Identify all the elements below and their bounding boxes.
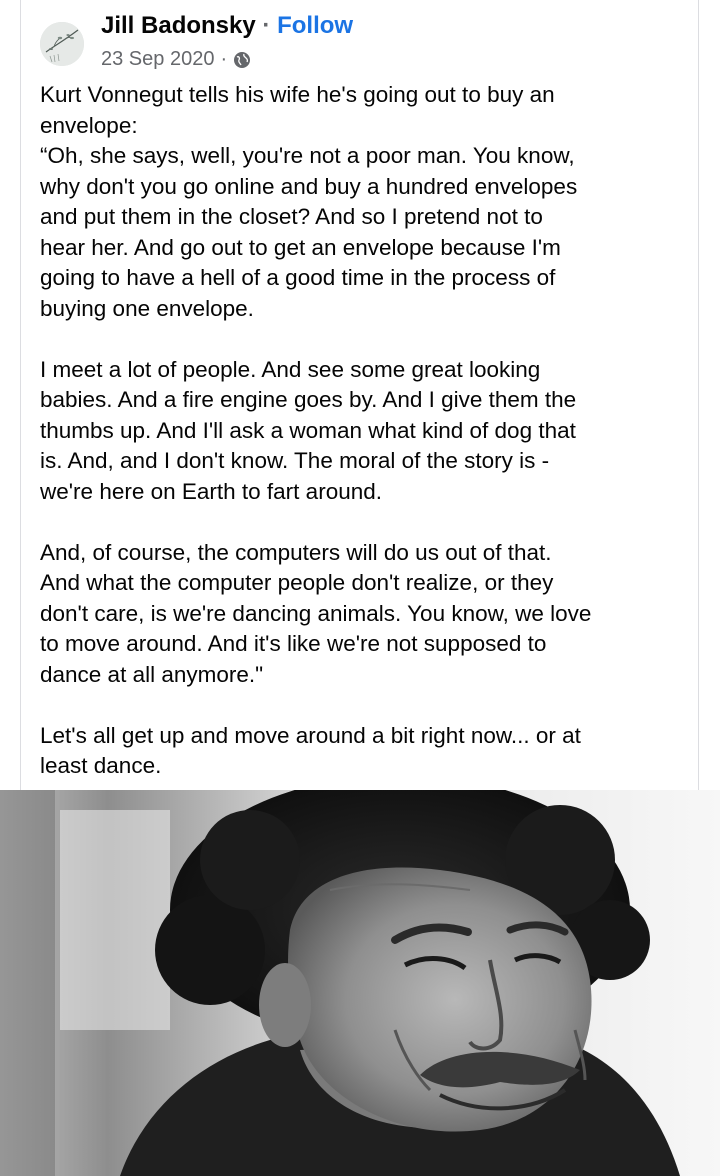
avatar[interactable] xyxy=(40,22,84,66)
text-line: envelope: xyxy=(40,112,138,138)
post-paragraph-1: Kurt Vonnegut tells his wife he's going … xyxy=(40,80,690,324)
text-line: And what the computer people don't reali… xyxy=(40,570,554,595)
avatar-branch-image xyxy=(40,22,84,66)
text-line: buying one envelope. xyxy=(40,295,254,321)
text-line: don't care, is we're dancing animals. Yo… xyxy=(40,600,592,626)
text-line: Kurt Vonnegut tells his wife he's going … xyxy=(40,82,555,107)
post-paragraph-4: Let's all get up and move around a bit r… xyxy=(40,721,690,782)
meta-separator: · xyxy=(220,48,228,70)
text-line: least dance. xyxy=(40,753,162,778)
post-date[interactable]: 23 Sep 2020 xyxy=(101,46,214,72)
text-line: is. And, and I don't know. The moral of … xyxy=(40,448,550,473)
post-header: Jill Badonsky · Follow xyxy=(101,12,353,40)
text-line: to move around. And it's like we're not … xyxy=(40,631,547,656)
text-line: Let's all get up and move around a bit r… xyxy=(40,722,581,748)
text-line: we're here on Earth to fart around. xyxy=(40,478,382,504)
text-line: and put them in the closet? And so I pre… xyxy=(40,204,543,229)
text-line: hear her. And go out to get an envelope … xyxy=(40,234,561,260)
text-line: why don't you go online and buy a hundre… xyxy=(40,173,578,199)
follow-button[interactable]: Follow xyxy=(277,12,353,39)
text-line: babies. And a fire engine goes by. And I… xyxy=(40,387,577,412)
author-name[interactable]: Jill Badonsky xyxy=(101,12,256,39)
post-meta: 23 Sep 2020 · xyxy=(101,46,251,72)
text-line: dance at all anymore." xyxy=(40,661,264,687)
post-photo[interactable] xyxy=(0,790,720,1176)
text-line: I meet a lot of people. And see some gre… xyxy=(40,356,541,382)
post-text: Kurt Vonnegut tells his wife he's going … xyxy=(40,80,690,812)
text-line: thumbs up. And I'll ask a woman what kin… xyxy=(40,417,576,443)
post-border-left xyxy=(20,0,21,790)
post-border-right xyxy=(698,0,699,790)
post-paragraph-2: I meet a lot of people. And see some gre… xyxy=(40,355,690,508)
text-line: And, of course, the computers will do us… xyxy=(40,539,552,565)
text-line: going to have a hell of a good time in t… xyxy=(40,265,556,290)
globe-icon[interactable] xyxy=(233,50,251,68)
facebook-post: Jill Badonsky · Follow 23 Sep 2020 · Kur… xyxy=(0,0,720,1176)
text-line: “Oh, she says, well, you're not a poor m… xyxy=(40,143,575,168)
post-paragraph-3: And, of course, the computers will do us… xyxy=(40,538,690,691)
portrait-photo-image xyxy=(0,790,720,1176)
header-separator: · xyxy=(262,12,271,39)
